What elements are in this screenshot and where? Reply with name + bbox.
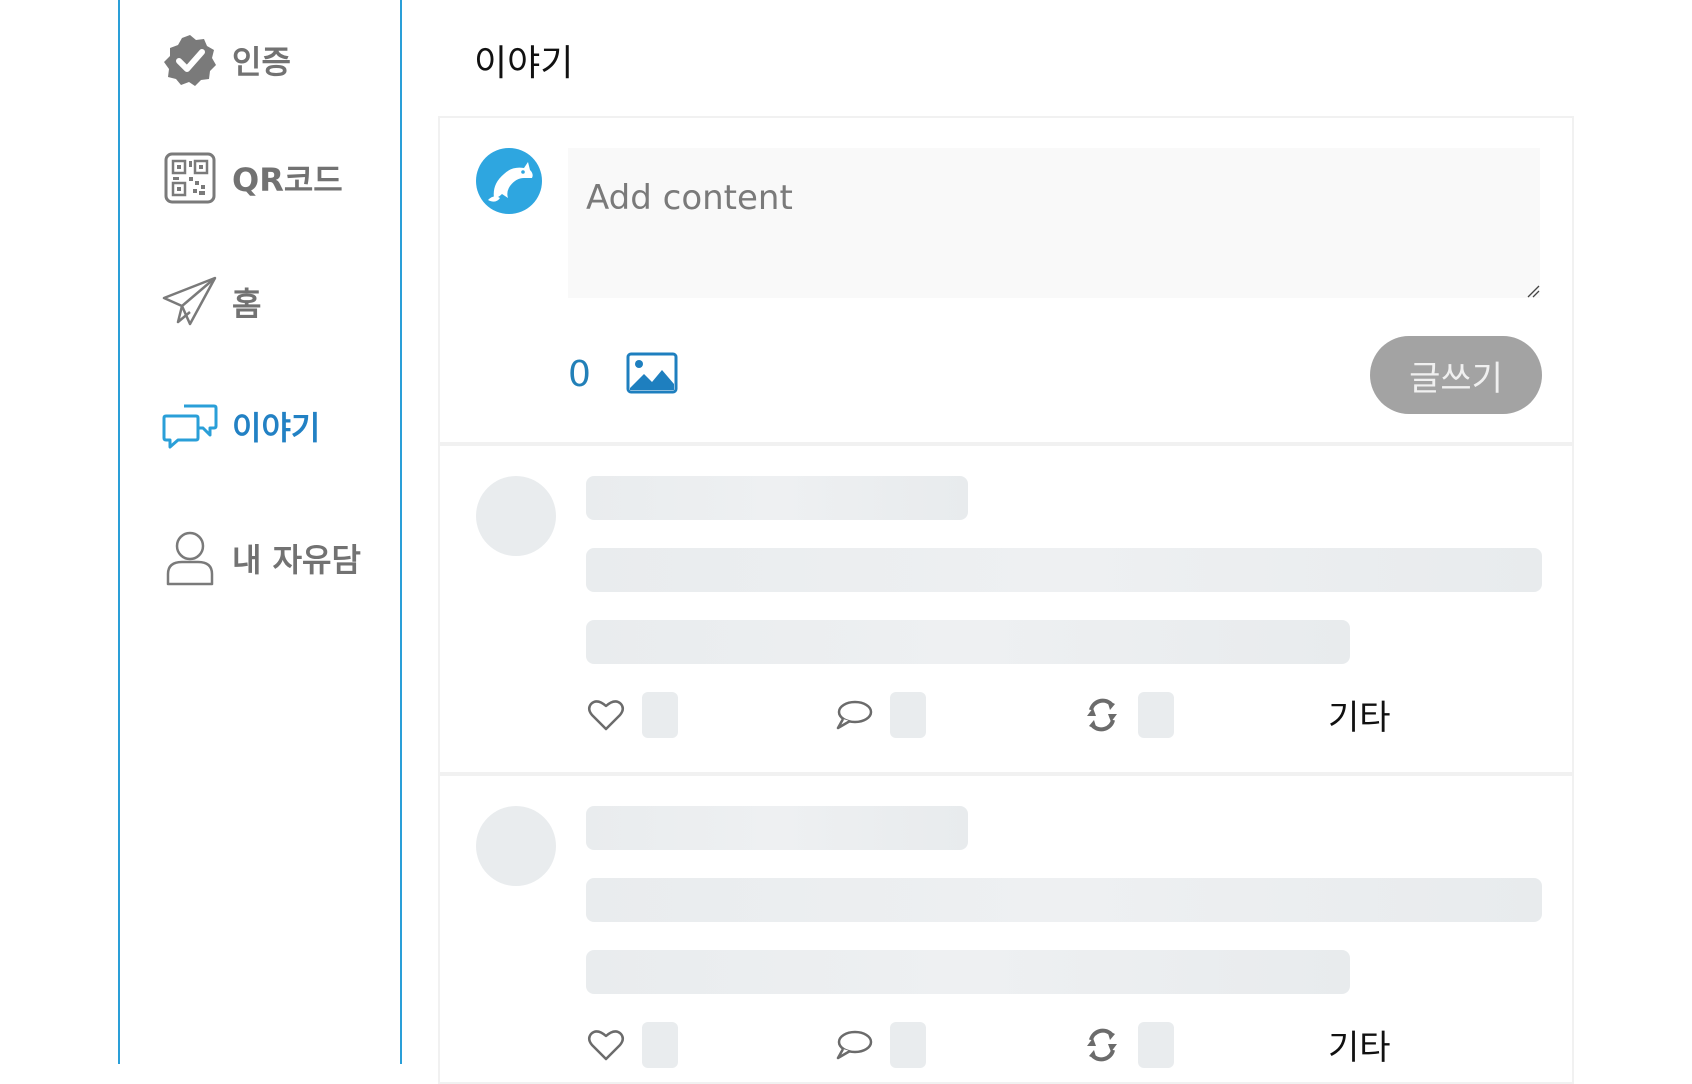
image-icon[interactable] xyxy=(626,352,678,394)
resize-handle-icon[interactable] xyxy=(1526,284,1540,298)
skeleton-count xyxy=(642,692,678,738)
skeleton-count xyxy=(1138,1022,1174,1068)
skeleton-line xyxy=(586,950,1350,994)
comment-button[interactable] xyxy=(834,692,926,738)
sidebar-item-verification[interactable]: 인증 xyxy=(162,30,291,90)
feed-item-skeleton: 기타 xyxy=(438,774,1574,1084)
skeleton-line xyxy=(586,476,968,520)
content-input[interactable] xyxy=(568,148,1540,298)
sidebar-item-story[interactable]: 이야기 xyxy=(162,396,320,456)
qr-code-icon xyxy=(162,150,218,206)
skeleton-line xyxy=(586,620,1350,664)
sidebar-item-label: 내 자유담 xyxy=(232,541,361,579)
user-icon xyxy=(162,530,218,586)
sidebar-item-qr-code[interactable]: QR코드 xyxy=(162,148,343,208)
repost-button[interactable] xyxy=(1082,1022,1174,1068)
more-button[interactable]: 기타 xyxy=(1328,690,1391,739)
composer-card: 0 글쓰기 xyxy=(438,116,1574,444)
sidebar-item-my-posts[interactable]: 내 자유담 xyxy=(162,528,361,588)
sidebar-item-label: 인증 xyxy=(232,43,291,81)
heart-icon xyxy=(586,695,626,735)
repost-icon xyxy=(1082,695,1122,735)
paper-plane-icon xyxy=(162,274,218,330)
char-count: 0 xyxy=(568,354,591,395)
like-button[interactable] xyxy=(586,1022,678,1068)
page-title: 이야기 xyxy=(474,43,574,84)
sidebar-item-label: 이야기 xyxy=(232,409,321,447)
comment-icon xyxy=(834,1025,874,1065)
verified-badge-icon xyxy=(162,32,218,88)
more-button[interactable]: 기타 xyxy=(1328,1020,1391,1069)
skeleton-count xyxy=(890,1022,926,1068)
sidebar-item-label: 홈 xyxy=(232,285,262,323)
dolphin-logo-icon xyxy=(476,148,542,214)
skeleton-count xyxy=(642,1022,678,1068)
post-button[interactable]: 글쓰기 xyxy=(1370,336,1542,414)
skeleton-avatar xyxy=(476,806,556,886)
sidebar: 인증 QR코드 홈 이야기 내 자유담 xyxy=(118,0,402,1064)
feed-item-skeleton: 기타 xyxy=(438,444,1574,774)
like-button[interactable] xyxy=(586,692,678,738)
skeleton-line xyxy=(586,806,968,850)
repost-icon xyxy=(1082,1025,1122,1065)
chat-bubbles-icon xyxy=(162,398,218,454)
skeleton-line xyxy=(586,878,1542,922)
repost-button[interactable] xyxy=(1082,692,1174,738)
skeleton-avatar xyxy=(476,476,556,556)
heart-icon xyxy=(586,1025,626,1065)
sidebar-item-home[interactable]: 홈 xyxy=(162,272,261,332)
sidebar-item-label: QR코드 xyxy=(232,161,343,199)
comment-icon xyxy=(834,695,874,735)
comment-button[interactable] xyxy=(834,1022,926,1068)
skeleton-count xyxy=(890,692,926,738)
skeleton-line xyxy=(586,548,1542,592)
skeleton-count xyxy=(1138,692,1174,738)
